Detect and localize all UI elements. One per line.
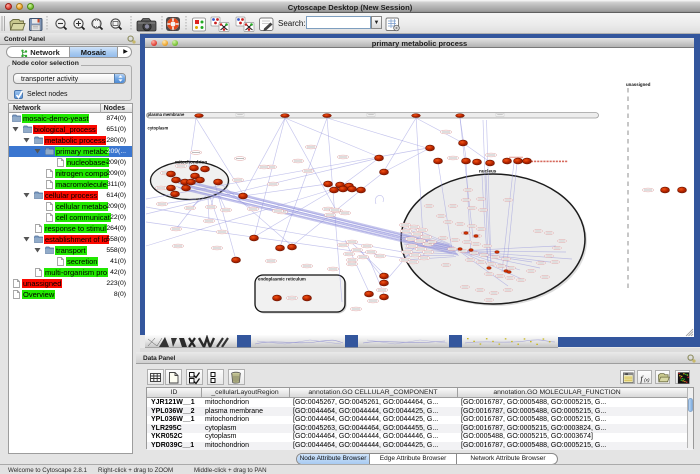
svg-text:unassigned: unassigned bbox=[626, 82, 651, 87]
svg-text:mitochondrion: mitochondrion bbox=[175, 160, 207, 165]
svg-text:endoplasmic reticulum: endoplasmic reticulum bbox=[258, 277, 306, 282]
svg-text:cytoplasm: cytoplasm bbox=[148, 126, 169, 131]
svg-text:(x): (x) bbox=[644, 377, 650, 382]
svg-text:nucleus: nucleus bbox=[479, 169, 497, 174]
svg-text:plasma membrane: plasma membrane bbox=[148, 112, 185, 117]
